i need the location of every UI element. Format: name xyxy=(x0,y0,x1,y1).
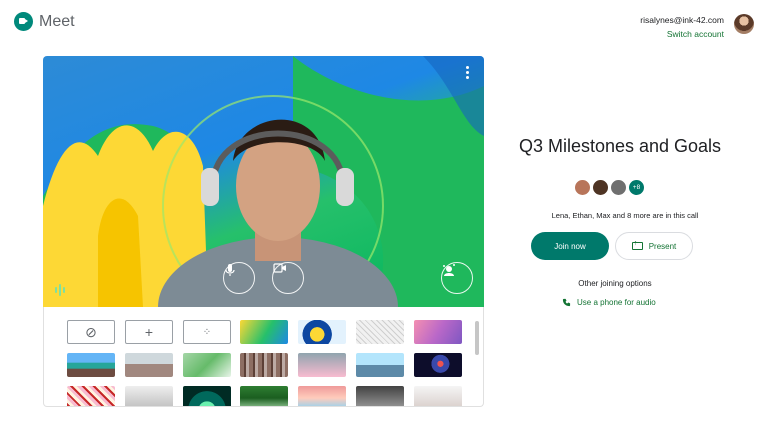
present-label: Present xyxy=(648,241,677,251)
other-joining-options-label: Other joining options xyxy=(578,279,652,288)
meet-logo[interactable]: Meet xyxy=(14,12,75,31)
background-option-beach[interactable] xyxy=(67,353,115,377)
present-icon xyxy=(631,240,643,250)
background-option-studio[interactable] xyxy=(356,386,404,406)
background-option-abstract[interactable] xyxy=(298,320,346,344)
app-name: Meet xyxy=(39,12,75,30)
microphone-icon xyxy=(225,264,235,276)
background-option-no-effect[interactable]: ⊘ xyxy=(67,320,115,344)
microphone-button[interactable] xyxy=(223,262,255,294)
join-now-button[interactable]: Join now xyxy=(531,232,609,260)
background-option-blur-slight[interactable]: + xyxy=(125,320,173,344)
effects-icon xyxy=(443,264,455,276)
background-option-loft[interactable] xyxy=(414,386,462,406)
video-preview xyxy=(43,56,484,307)
background-option-forest[interactable] xyxy=(240,386,288,406)
account-info: risalynes@ink-42.com Switch account xyxy=(640,15,724,39)
background-picker: ⊘ + ⁘ xyxy=(43,307,484,407)
camera-button[interactable] xyxy=(272,262,304,294)
background-option-flowers[interactable] xyxy=(67,386,115,406)
present-button[interactable]: Present xyxy=(615,232,693,260)
more-participants-badge: +8 xyxy=(629,180,644,195)
background-option-harbor[interactable] xyxy=(356,353,404,377)
background-option-blur[interactable]: ⁘ xyxy=(183,320,231,344)
use-phone-audio-label: Use a phone for audio xyxy=(577,298,656,307)
background-option-aurora[interactable] xyxy=(183,386,231,406)
in-call-text: Lena, Ethan, Max and 8 more are in this … xyxy=(551,211,699,220)
background-option-town[interactable] xyxy=(125,353,173,377)
background-option-lines[interactable] xyxy=(356,320,404,344)
meeting-title: Q3 Milestones and Goals xyxy=(518,136,722,156)
preview-image xyxy=(43,56,484,307)
background-picker-scrollbar[interactable] xyxy=(475,321,479,355)
phone-icon xyxy=(562,298,571,307)
account-email: risalynes@ink-42.com xyxy=(640,15,724,25)
background-option-room[interactable] xyxy=(125,386,173,406)
user-avatar[interactable] xyxy=(734,14,754,34)
participant-avatar-max xyxy=(611,180,626,195)
background-option-swirl[interactable] xyxy=(240,320,288,344)
background-option-coral[interactable] xyxy=(298,386,346,406)
participant-avatar-lena xyxy=(575,180,590,195)
background-option-sunset[interactable] xyxy=(298,353,346,377)
background-option-purple[interactable] xyxy=(414,320,462,344)
background-option-fireworks[interactable] xyxy=(414,353,462,377)
audio-level-icon xyxy=(55,284,65,296)
participant-avatar-ethan xyxy=(593,180,608,195)
use-phone-audio-link[interactable]: Use a phone for audio xyxy=(562,298,656,307)
background-option-leaves[interactable] xyxy=(183,353,231,377)
camera-icon xyxy=(273,263,286,273)
participant-avatars: +8 xyxy=(575,180,644,195)
more-vert-icon[interactable] xyxy=(466,66,470,79)
switch-account-link[interactable]: Switch account xyxy=(640,29,724,39)
background-option-library[interactable] xyxy=(240,353,288,377)
meet-logo-icon xyxy=(14,12,33,31)
effects-button[interactable] xyxy=(441,262,473,294)
